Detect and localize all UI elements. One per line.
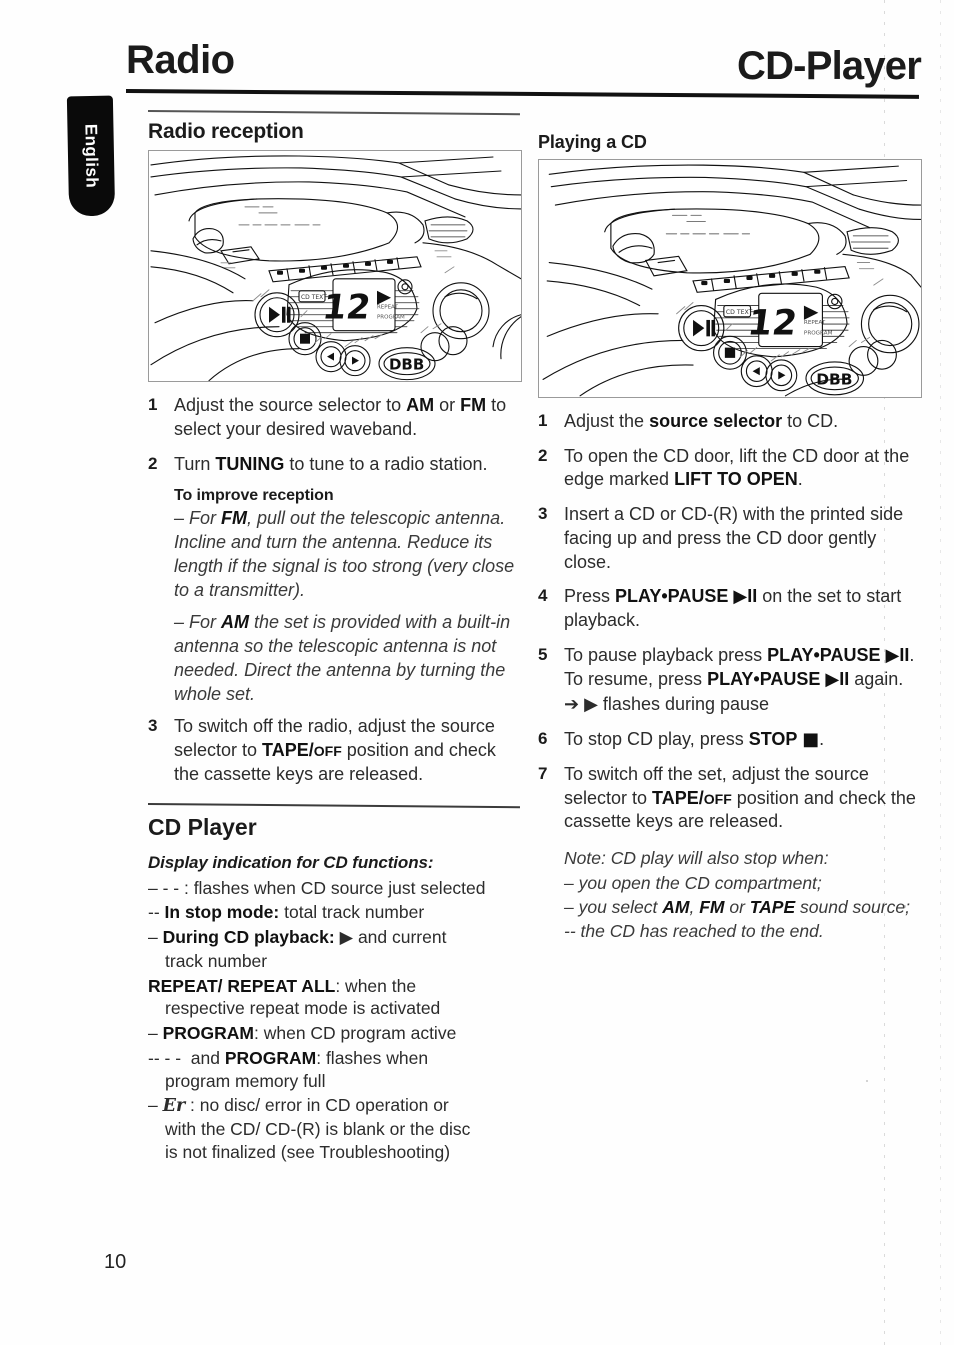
svg-text:12: 12: [745, 302, 799, 343]
right-column: Playing a CD 12 REPEAT PROGRAM CD TEXT D…: [538, 110, 922, 945]
step-item: 1 Adjust the source selector to AM or FM…: [148, 394, 520, 442]
radio-steps: 1 Adjust the source selector to AM or FM…: [148, 394, 520, 476]
step-number: 2: [148, 453, 158, 473]
step-item: 2 To open the CD door, lift the CD door …: [538, 445, 920, 493]
step-item: 3 Insert a CD or CD-(R) with the printed…: [538, 503, 920, 574]
step-number: 1: [148, 395, 158, 415]
step-number: 3: [538, 504, 548, 524]
display-indication-list: – - - : flashes when CD source just sele…: [148, 877, 520, 1164]
step-text: To switch off the set, adjust the source…: [564, 763, 916, 832]
note-line: Note: CD play will also stop when:: [564, 848, 829, 869]
step-item: 3 To switch off the radio, adjust the so…: [148, 715, 520, 786]
step-text: To open the CD door, lift the CD door at…: [564, 445, 910, 490]
improve-reception-am: – For AM the set is provided with a buil…: [174, 612, 511, 704]
step-item: 5 To pause playback press PLAY•PAUSE ▶II…: [538, 644, 920, 717]
step-item: 1 Adjust the source selector to CD.: [538, 410, 920, 434]
section-heading-radio-reception: Radio reception: [148, 119, 304, 143]
svg-text:CD TEXT: CD TEXT: [726, 309, 753, 316]
step-number: 2: [538, 445, 548, 465]
svg-text:PROGRAM: PROGRAM: [377, 314, 405, 320]
svg-text:REPEAT: REPEAT: [804, 320, 826, 326]
page-title-right: CD-Player: [737, 44, 922, 88]
page-title-left: Radio: [126, 38, 235, 82]
list-item: – During CD playback: ▶ and current track…: [148, 927, 447, 971]
list-item: – Er : no disc/ error in CD operation or…: [148, 1095, 471, 1162]
list-item: -- In stop mode: total track number: [148, 902, 425, 923]
step-item: 7 To switch off the set, adjust the sour…: [538, 763, 920, 834]
step-subnote: ➔ ▶ flashes during pause: [564, 694, 770, 715]
list-item: – - - : flashes when CD source just sele…: [148, 877, 486, 898]
svg-text:CD TEXT: CD TEXT: [301, 293, 327, 300]
scan-speck: [866, 1080, 868, 1082]
step-text: Adjust the source selector to AM or FM t…: [174, 395, 507, 439]
svg-text:REPEAT: REPEAT: [377, 304, 398, 310]
scan-artifact-line: [940, 0, 941, 1345]
step-text: Insert a CD or CD-(R) with the printed s…: [564, 504, 904, 572]
left-column: Radio reception 12 REPEAT PROGRAM CD TEX…: [147, 110, 522, 1166]
step-item: 4 Press PLAY•PAUSE ▶II on the set to sta…: [538, 585, 920, 633]
svg-text:DBB: DBB: [389, 355, 424, 373]
step-item: 6 To stop CD play, press STOP ■.: [538, 728, 920, 752]
improve-reception-block: To improve reception – For FM, pull out …: [174, 487, 520, 706]
section-heading-cd-player: CD Player: [148, 813, 257, 840]
step-text: Turn TUNING to tune to a radio station.: [174, 453, 488, 474]
step-text: To switch off the radio, adjust the sour…: [174, 716, 496, 784]
note-line: -- the CD has reached to the end.: [564, 921, 824, 942]
improve-reception-heading: To improve reception: [174, 487, 334, 505]
svg-text:PROGRAM: PROGRAM: [804, 330, 833, 336]
list-item: -- - - and PROGRAM: flashes when program …: [148, 1047, 429, 1091]
step-text: To pause playback press PLAY•PAUSE ▶II. …: [564, 644, 920, 717]
section-divider: [147, 110, 520, 115]
header-divider: [125, 89, 919, 99]
illustration-cd-panel: 12 REPEAT PROGRAM CD TEXT DBB: [538, 159, 922, 398]
step-number: 4: [538, 586, 548, 606]
step-number: 1: [538, 410, 548, 430]
step-text: Adjust the source selector to CD.: [564, 410, 839, 431]
page-number: 10: [104, 1251, 127, 1273]
section-heading-playing-a-cd: Playing a CD: [538, 132, 647, 152]
step-number: 6: [538, 729, 548, 749]
list-item: – PROGRAM: when CD program active: [148, 1023, 457, 1044]
display-indication-heading: Display indication for CD functions:: [148, 852, 434, 872]
improve-reception-fm: – For FM, pull out the telescopic antenn…: [174, 508, 515, 600]
step-number: 3: [148, 716, 158, 736]
manual-page: English Radio CD-Player Radio reception: [0, 0, 954, 1345]
step-number: 5: [538, 644, 548, 664]
step-number: 7: [538, 763, 548, 783]
cd-steps: 1 Adjust the source selector to CD. 2 To…: [538, 410, 920, 834]
section-divider: [147, 802, 520, 808]
step-item: 2 Turn TUNING to tune to a radio station…: [148, 453, 520, 477]
cd-stop-note: Note: CD play will also stop when: – you…: [564, 847, 920, 944]
step-text: Press PLAY•PAUSE ▶II on the set to start…: [564, 586, 902, 631]
note-line: – you select AM, FM or TAPE sound source…: [564, 896, 910, 917]
illustration-radio-panel: 12 REPEAT PROGRAM CD TEXT DBB: [148, 149, 522, 383]
language-tab-label: English: [81, 123, 102, 189]
step-text: To stop CD play, press STOP ■.: [564, 729, 825, 751]
svg-text:12: 12: [320, 287, 373, 327]
note-line: – you open the CD compartment;: [564, 872, 822, 893]
language-tab: English: [66, 95, 116, 217]
list-item: REPEAT/ REPEAT ALL: when the respective r…: [148, 975, 441, 1019]
